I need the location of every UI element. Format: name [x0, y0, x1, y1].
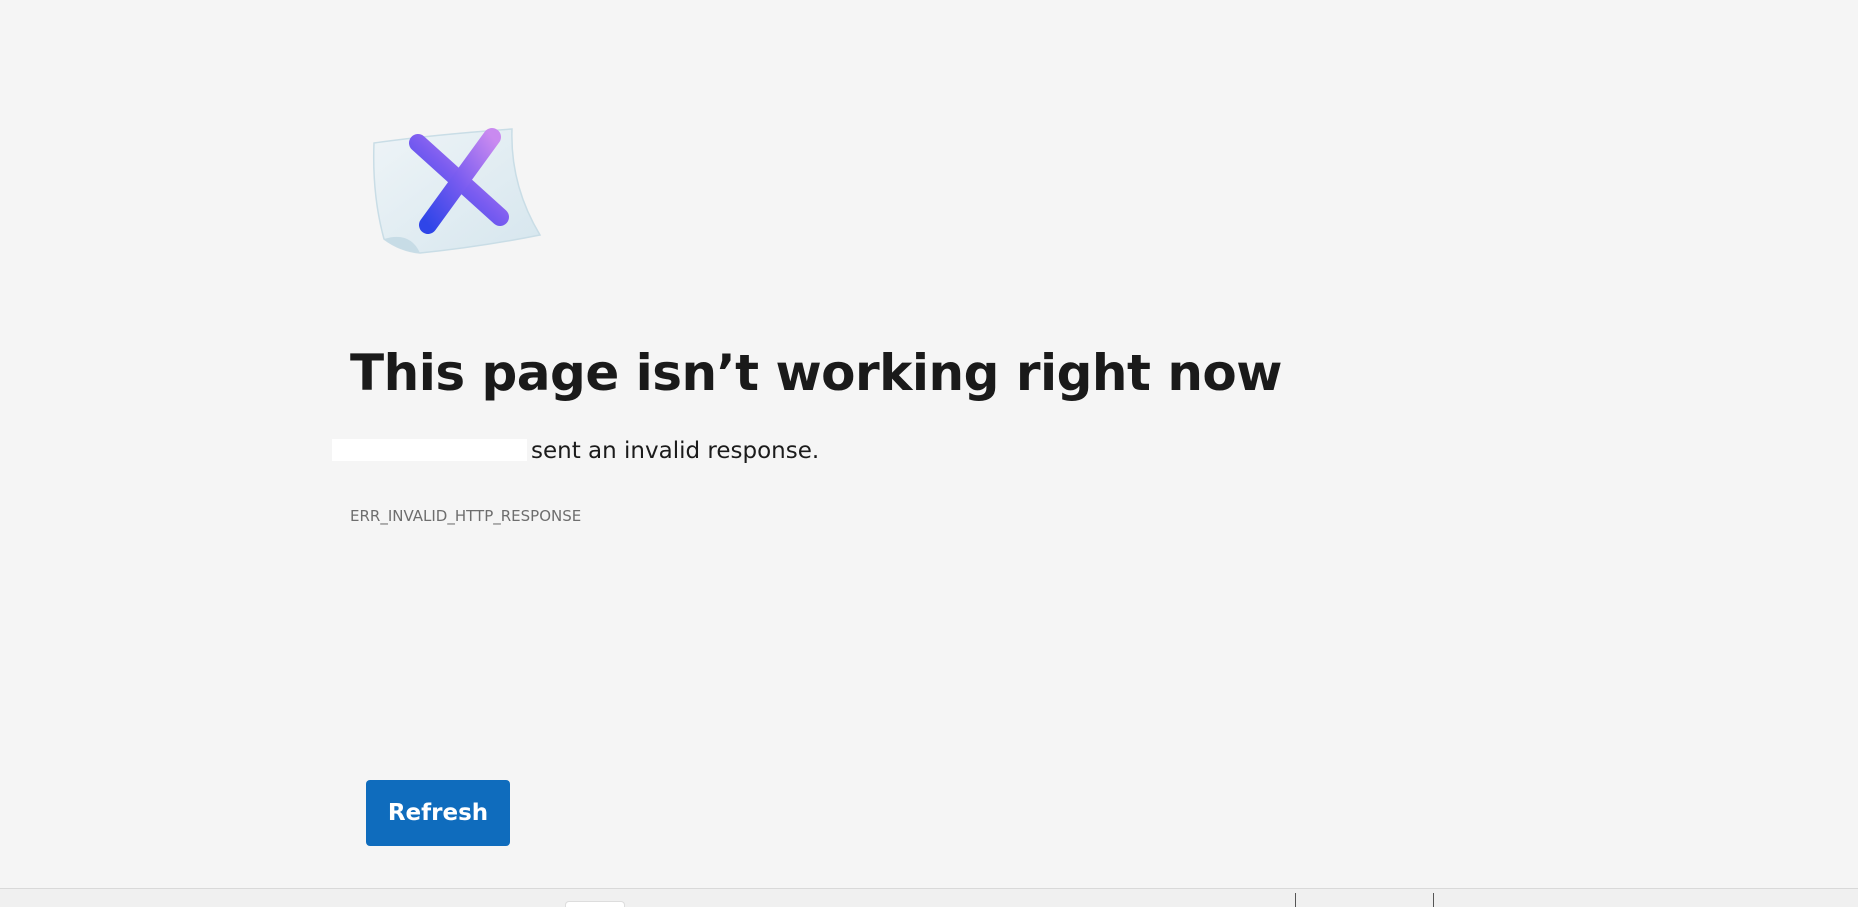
- bottom-divider: [1295, 893, 1296, 907]
- page-title: This page isn’t working right now: [350, 344, 1282, 402]
- bottom-divider: [1433, 893, 1434, 907]
- bottom-tab[interactable]: [565, 901, 625, 907]
- error-code: ERR_INVALID_HTTP_RESPONSE: [350, 507, 582, 525]
- refresh-button[interactable]: Refresh: [366, 780, 510, 846]
- redacted-host: [332, 439, 527, 461]
- error-message-text: sent an invalid response.: [531, 438, 820, 464]
- error-x-document-icon: [370, 125, 545, 260]
- error-message: sent an invalid response.: [332, 438, 819, 464]
- error-page: This page isn’t working right now sent a…: [0, 0, 1858, 907]
- bottom-bar: [0, 888, 1858, 907]
